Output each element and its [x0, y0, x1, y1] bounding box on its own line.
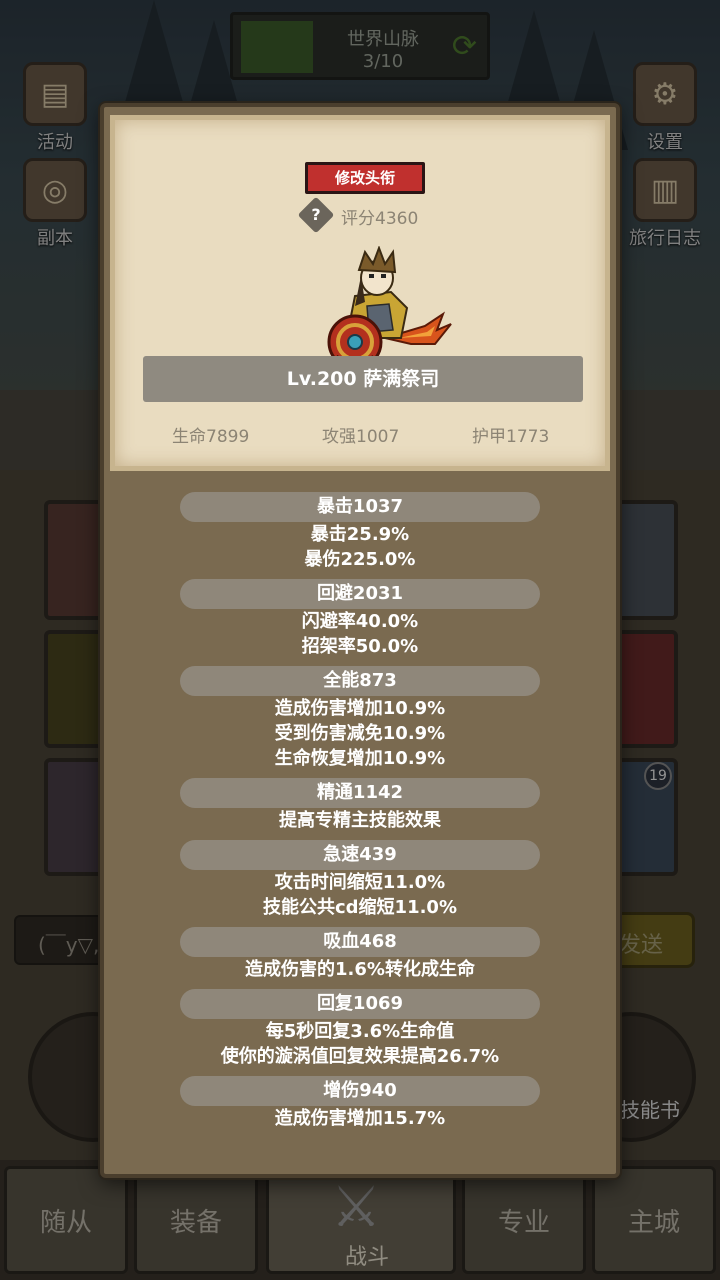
stat-detail: 招架率50.0% — [301, 636, 419, 657]
stat-haste: 急速439 攻击时间缩短11.0% 技能公共cd缩短11.0% — [104, 840, 616, 920]
stat-versatility: 全能873 造成伤害增加10.9% 受到伤害减免10.9% 生命恢复增加10.9… — [104, 666, 616, 771]
stat-detail: 造成伤害增加10.9% — [274, 698, 446, 719]
character-info-popup: 修改头衔 ? 评分4360 Lv.200 萨满祭司 生命7899 攻强1007 … — [100, 103, 620, 1178]
level-class-bar: Lv.200 萨满祭司 — [143, 356, 583, 402]
stat-detail: 提高专精主技能效果 — [279, 810, 441, 831]
stat-damage-bonus: 增伤940 造成伤害增加15.7% — [104, 1076, 616, 1131]
stat-detail: 造成伤害增加15.7% — [274, 1108, 446, 1129]
character-card: 修改头衔 ? 评分4360 Lv.200 萨满祭司 生命7899 攻强1007 … — [110, 115, 610, 471]
stat-detail: 暴伤225.0% — [304, 549, 416, 570]
stat-header: 急速439 — [180, 840, 540, 870]
stat-regen: 回复1069 每5秒回复3.6%生命值 使你的漩涡值回复效果提高26.7% — [104, 989, 616, 1069]
stat-leech: 吸血468 造成伤害的1.6%转化成生命 — [104, 927, 616, 982]
armor-stat: 护甲1773 — [472, 427, 550, 447]
stat-header: 吸血468 — [180, 927, 540, 957]
stat-detail: 使你的漩涡值回复效果提高26.7% — [220, 1046, 500, 1067]
stat-detail: 每5秒回复3.6%生命值 — [265, 1021, 455, 1042]
stat-header: 回避2031 — [180, 579, 540, 609]
rename-title-button[interactable]: 修改头衔 — [305, 162, 425, 194]
attack-power-stat: 攻强1007 — [322, 427, 400, 447]
stat-avoidance: 回避2031 闪避率40.0% 招架率50.0% — [104, 579, 616, 659]
help-icon[interactable]: ? — [297, 196, 335, 234]
stat-detail: 暴击25.9% — [310, 524, 410, 545]
stat-header: 增伤940 — [180, 1076, 540, 1106]
secondary-stats-list: 暴击1037 暴击25.9% 暴伤225.0% 回避2031 闪避率40.0% … — [104, 485, 616, 1131]
stat-detail: 生命恢复增加10.9% — [274, 748, 446, 769]
stat-header: 回复1069 — [180, 989, 540, 1019]
stat-header: 全能873 — [180, 666, 540, 696]
stat-detail: 闪避率40.0% — [301, 611, 419, 632]
stat-detail: 造成伤害的1.6%转化成生命 — [245, 959, 475, 980]
hp-stat: 生命7899 — [172, 427, 250, 447]
stat-detail: 技能公共cd缩短11.0% — [262, 897, 457, 918]
stat-detail: 攻击时间缩短11.0% — [274, 872, 446, 893]
stat-crit: 暴击1037 暴击25.9% 暴伤225.0% — [104, 492, 616, 572]
score-text: 评分4360 — [341, 209, 419, 229]
stat-header: 精通1142 — [180, 778, 540, 808]
stat-mastery: 精通1142 提高专精主技能效果 — [104, 778, 616, 833]
stat-header: 暴击1037 — [180, 492, 540, 522]
stat-detail: 受到伤害减免10.9% — [274, 723, 446, 744]
